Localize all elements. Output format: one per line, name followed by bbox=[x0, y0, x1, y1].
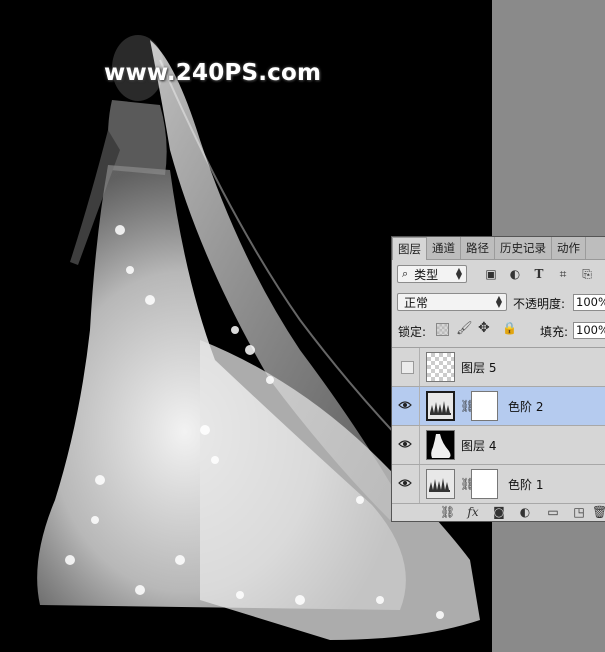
eye-icon[interactable] bbox=[398, 437, 412, 451]
blend-row: 正常 ▲▼ 不透明度: 100% bbox=[392, 291, 605, 313]
type-filter-icon[interactable]: T bbox=[532, 267, 546, 281]
layer-name[interactable]: 图层 4 bbox=[461, 437, 496, 454]
new-adjustment-icon[interactable]: ◐ bbox=[518, 505, 532, 519]
panel-tabs: 图层 通道 路径 历史记录 动作 bbox=[392, 237, 605, 260]
layer-row-layer-4[interactable]: 图层 4 bbox=[392, 426, 605, 465]
smart-object-filter-icon[interactable]: ⎘ bbox=[580, 267, 594, 281]
layer-mask-thumbnail[interactable] bbox=[471, 391, 498, 421]
image-filter-icon[interactable]: ▣ bbox=[484, 267, 498, 281]
layers-list: 图层 5 ⛓ 色阶 2 图层 4 ⛓ 色阶 1 bbox=[392, 347, 605, 504]
opacity-input[interactable]: 100% bbox=[573, 294, 605, 311]
new-layer-icon[interactable]: ◳ bbox=[572, 505, 586, 519]
divider bbox=[419, 387, 420, 425]
panel-bottom-bar: ⛓ fx ◙ ◐ ▭ ◳ 🗑 bbox=[392, 501, 605, 523]
new-group-icon[interactable]: ▭ bbox=[546, 505, 560, 519]
filter-kind-label: 类型 bbox=[414, 267, 439, 282]
tab-layers[interactable]: 图层 bbox=[392, 237, 427, 260]
watermark-text: www.240PS.com bbox=[104, 60, 322, 86]
filter-kind-select[interactable]: ⌕ 类型 ▲ ▼ bbox=[397, 265, 467, 283]
lock-transparent-icon[interactable] bbox=[436, 323, 449, 336]
visibility-toggle[interactable] bbox=[401, 361, 414, 374]
layer-name[interactable]: 图层 5 bbox=[461, 359, 496, 376]
lock-all-icon[interactable]: 🔒 bbox=[502, 321, 517, 335]
layer-row-layer-5[interactable]: 图层 5 bbox=[392, 348, 605, 387]
lock-move-icon[interactable]: ✥ bbox=[478, 320, 490, 336]
layer-mask-thumbnail[interactable] bbox=[471, 469, 498, 499]
tab-channels[interactable]: 通道 bbox=[427, 237, 461, 259]
divider bbox=[419, 348, 420, 386]
delete-layer-icon[interactable]: 🗑 bbox=[592, 505, 605, 519]
shape-filter-icon[interactable]: ⌗ bbox=[556, 267, 570, 281]
levels-adjustment-icon bbox=[426, 469, 455, 499]
tab-history[interactable]: 历史记录 bbox=[495, 237, 552, 259]
layers-panel: 图层 通道 路径 历史记录 动作 ⌕ 类型 ▲ ▼ ▣ ◐ T ⌗ ⎘ 正常 ▲ ▼… bbox=[391, 236, 605, 522]
divider bbox=[419, 426, 420, 464]
lock-paint-brush-icon[interactable]: 🖌 bbox=[456, 321, 473, 336]
divider bbox=[419, 465, 420, 503]
layer-name[interactable]: 色阶 2 bbox=[508, 398, 543, 415]
filter-row: ⌕ 类型 ▲ ▼ ▣ ◐ T ⌗ ⎘ bbox=[392, 263, 605, 285]
layer-row-levels-1[interactable]: ⛓ 色阶 1 bbox=[392, 465, 605, 504]
eye-icon[interactable] bbox=[398, 476, 412, 490]
eye-icon[interactable] bbox=[398, 398, 412, 412]
levels-adjustment-icon bbox=[426, 391, 455, 421]
layer-thumbnail bbox=[426, 352, 455, 382]
layer-row-levels-2[interactable]: ⛓ 色阶 2 bbox=[392, 387, 605, 426]
link-layers-icon[interactable]: ⛓ bbox=[440, 505, 455, 519]
blend-mode-select[interactable]: 正常 ▲ ▼ bbox=[397, 293, 507, 311]
opacity-label: 不透明度: bbox=[513, 297, 566, 311]
layer-name[interactable]: 色阶 1 bbox=[508, 476, 543, 493]
layer-thumbnail bbox=[426, 430, 455, 460]
tab-actions[interactable]: 动作 bbox=[552, 237, 586, 259]
lock-row: 锁定: 🖌 ✥ 🔒 填充: 100% bbox=[392, 319, 605, 341]
tab-paths[interactable]: 路径 bbox=[461, 237, 495, 259]
blend-mode-value: 正常 bbox=[404, 295, 429, 310]
select-arrows-icon: ▲ ▼ bbox=[495, 294, 502, 309]
fx-icon[interactable]: fx bbox=[466, 505, 480, 519]
lock-label: 锁定: bbox=[398, 325, 427, 339]
fill-label: 填充: bbox=[540, 325, 569, 339]
select-arrows-icon: ▲ ▼ bbox=[455, 266, 462, 281]
search-icon: ⌕ bbox=[402, 267, 409, 280]
add-mask-icon[interactable]: ◙ bbox=[492, 505, 506, 519]
fill-input[interactable]: 100% bbox=[573, 322, 605, 339]
adjustment-filter-icon[interactable]: ◐ bbox=[508, 267, 522, 281]
